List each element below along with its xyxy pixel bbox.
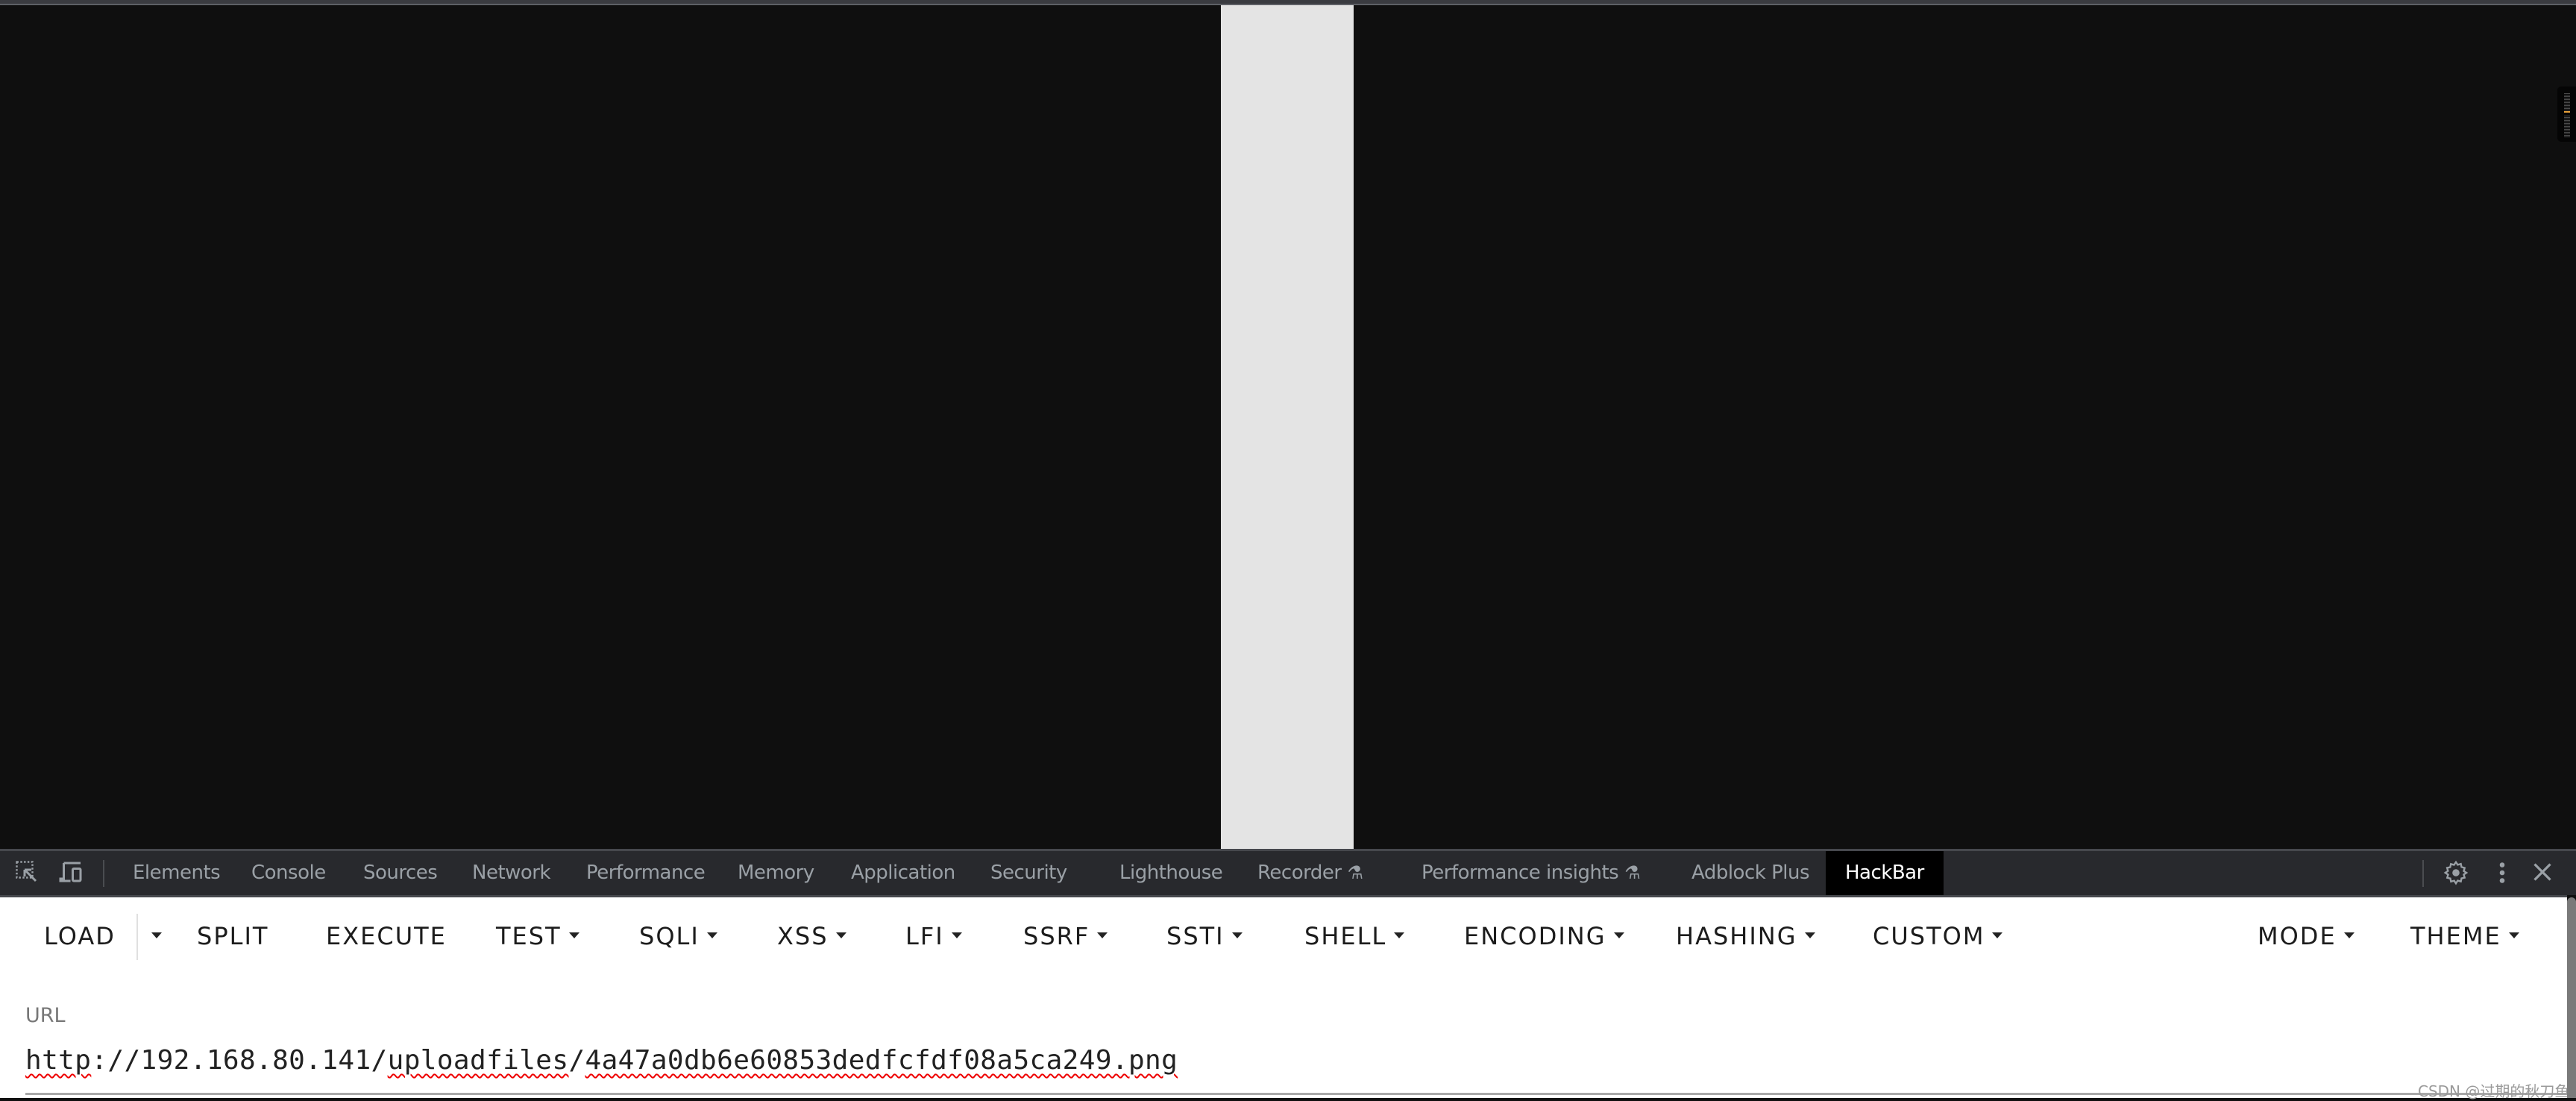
mode-menu[interactable]: MODE: [2258, 897, 2354, 975]
url-part-scheme: http: [25, 1045, 92, 1076]
load-options-dropdown[interactable]: [144, 897, 162, 975]
toolbar-divider: [2422, 860, 2424, 887]
url-input-underline: [25, 1093, 2567, 1095]
kebab-menu-icon[interactable]: [2492, 859, 2513, 890]
url-input[interactable]: http://192.168.80.141/uploadfiles/4a47a0…: [25, 1045, 1178, 1076]
sqli-menu[interactable]: SQLI: [639, 897, 717, 975]
chevron-down-icon: [706, 932, 717, 938]
hashing-menu-label: HASHING: [1676, 922, 1797, 950]
shell-menu-label: SHELL: [1304, 922, 1387, 950]
chevron-down-icon: [1097, 932, 1108, 938]
chevron-down-icon: [1992, 932, 2003, 938]
url-field-label: URL: [25, 1004, 66, 1027]
sqli-menu-label: SQLI: [639, 922, 700, 950]
tab-performance[interactable]: Performance: [586, 851, 706, 895]
test-menu-label: TEST: [496, 922, 562, 950]
inspect-element-icon[interactable]: [13, 859, 40, 889]
tab-elements[interactable]: Elements: [133, 851, 221, 895]
url-part-dir: uploadfiles: [387, 1045, 569, 1076]
chevron-down-icon: [2508, 932, 2519, 938]
encoding-menu[interactable]: ENCODING: [1464, 897, 1624, 975]
shell-menu[interactable]: SHELL: [1304, 897, 1405, 975]
hackbar-panel: LOAD SPLIT EXECUTE TEST SQLI XSS LFI SSR…: [0, 895, 2575, 1100]
chevron-down-icon: [951, 932, 962, 938]
chevron-down-icon: [835, 932, 846, 938]
minimap-tick: [2564, 126, 2570, 127]
execute-button[interactable]: EXECUTE: [326, 897, 447, 975]
chevron-down-icon: [1613, 932, 1624, 938]
page-light-column: [1221, 5, 1354, 849]
tab-security[interactable]: Security: [990, 851, 1067, 895]
load-button[interactable]: LOAD: [44, 897, 116, 975]
test-menu[interactable]: TEST: [496, 897, 579, 975]
minimap-tick: [2564, 108, 2570, 109]
minimap-tick: [2564, 135, 2570, 136]
tab-adblock-plus[interactable]: Adblock Plus: [1691, 851, 1810, 895]
tab-recorder[interactable]: Recorder ⚗: [1257, 851, 1363, 895]
minimap-tick: [2564, 129, 2570, 130]
tab-sources[interactable]: Sources: [363, 851, 438, 895]
chevron-down-icon: [151, 932, 162, 938]
tab-console[interactable]: Console: [251, 851, 326, 895]
toolbar-divider: [103, 860, 104, 887]
xss-menu[interactable]: XSS: [777, 897, 846, 975]
theme-menu[interactable]: THEME: [2410, 897, 2519, 975]
chevron-down-icon: [1231, 932, 1243, 938]
url-part-slash: /: [568, 1045, 585, 1076]
minimap-tick: [2564, 117, 2570, 118]
url-part-file: 4a47a0db6e60853dedfcfdf08a5ca249.png: [585, 1045, 1178, 1076]
mode-menu-label: MODE: [2258, 922, 2337, 950]
ssti-menu[interactable]: SSTI: [1166, 897, 1243, 975]
devtools-tab-bar: Elements Console Sources Network Perform…: [0, 849, 2576, 895]
theme-menu-label: THEME: [2410, 922, 2501, 950]
hashing-menu[interactable]: HASHING: [1676, 897, 1815, 975]
ssrf-menu-label: SSRF: [1023, 922, 1090, 950]
lfi-menu-label: LFI: [905, 922, 944, 950]
minimap-tick: [2564, 96, 2570, 97]
minimap-tick: [2564, 99, 2570, 100]
url-part-host: ://192.168.80.141/: [91, 1045, 388, 1076]
tab-performance-insights-label: Performance insights: [1421, 862, 1619, 884]
minimap-tick: [2564, 105, 2570, 106]
tab-network[interactable]: Network: [472, 851, 551, 895]
minimap-tick: [2564, 123, 2570, 124]
chevron-down-icon: [1804, 932, 1815, 938]
flask-icon: ⚗: [1624, 862, 1641, 883]
custom-menu[interactable]: CUSTOM: [1873, 897, 2003, 975]
minimap-current-marker: [2564, 111, 2570, 113]
tab-memory[interactable]: Memory: [738, 851, 814, 895]
minimap-tick: [2564, 132, 2570, 133]
tab-recorder-label: Recorder: [1257, 862, 1342, 884]
minimap-tick: [2564, 93, 2570, 94]
device-toggle-icon[interactable]: [58, 859, 85, 889]
tab-performance-insights[interactable]: Performance insights ⚗: [1421, 851, 1641, 895]
tab-application[interactable]: Application: [851, 851, 955, 895]
chevron-down-icon: [568, 932, 579, 938]
split-button[interactable]: SPLIT: [197, 897, 268, 975]
chevron-down-icon: [1394, 932, 1405, 938]
lfi-menu[interactable]: LFI: [905, 897, 962, 975]
minimap-tick: [2564, 102, 2570, 103]
browser-top-edge: [0, 0, 2576, 5]
hackbar-scrollbar[interactable]: [2567, 897, 2576, 1098]
minimap-widget[interactable]: [2557, 87, 2576, 142]
tab-lighthouse[interactable]: Lighthouse: [1119, 851, 1223, 895]
chevron-down-icon: [2343, 932, 2354, 938]
xss-menu-label: XSS: [777, 922, 829, 950]
flask-icon: ⚗: [1347, 862, 1364, 883]
close-icon[interactable]: [2531, 861, 2554, 887]
ssti-menu-label: SSTI: [1166, 922, 1225, 950]
load-split-divider: [136, 914, 138, 960]
ssrf-menu[interactable]: SSRF: [1023, 897, 1108, 975]
gear-icon[interactable]: [2443, 859, 2469, 890]
custom-menu-label: CUSTOM: [1873, 922, 1985, 950]
encoding-menu-label: ENCODING: [1464, 922, 1606, 950]
minimap-tick: [2564, 120, 2570, 121]
tab-hackbar[interactable]: HackBar: [1826, 851, 1944, 895]
